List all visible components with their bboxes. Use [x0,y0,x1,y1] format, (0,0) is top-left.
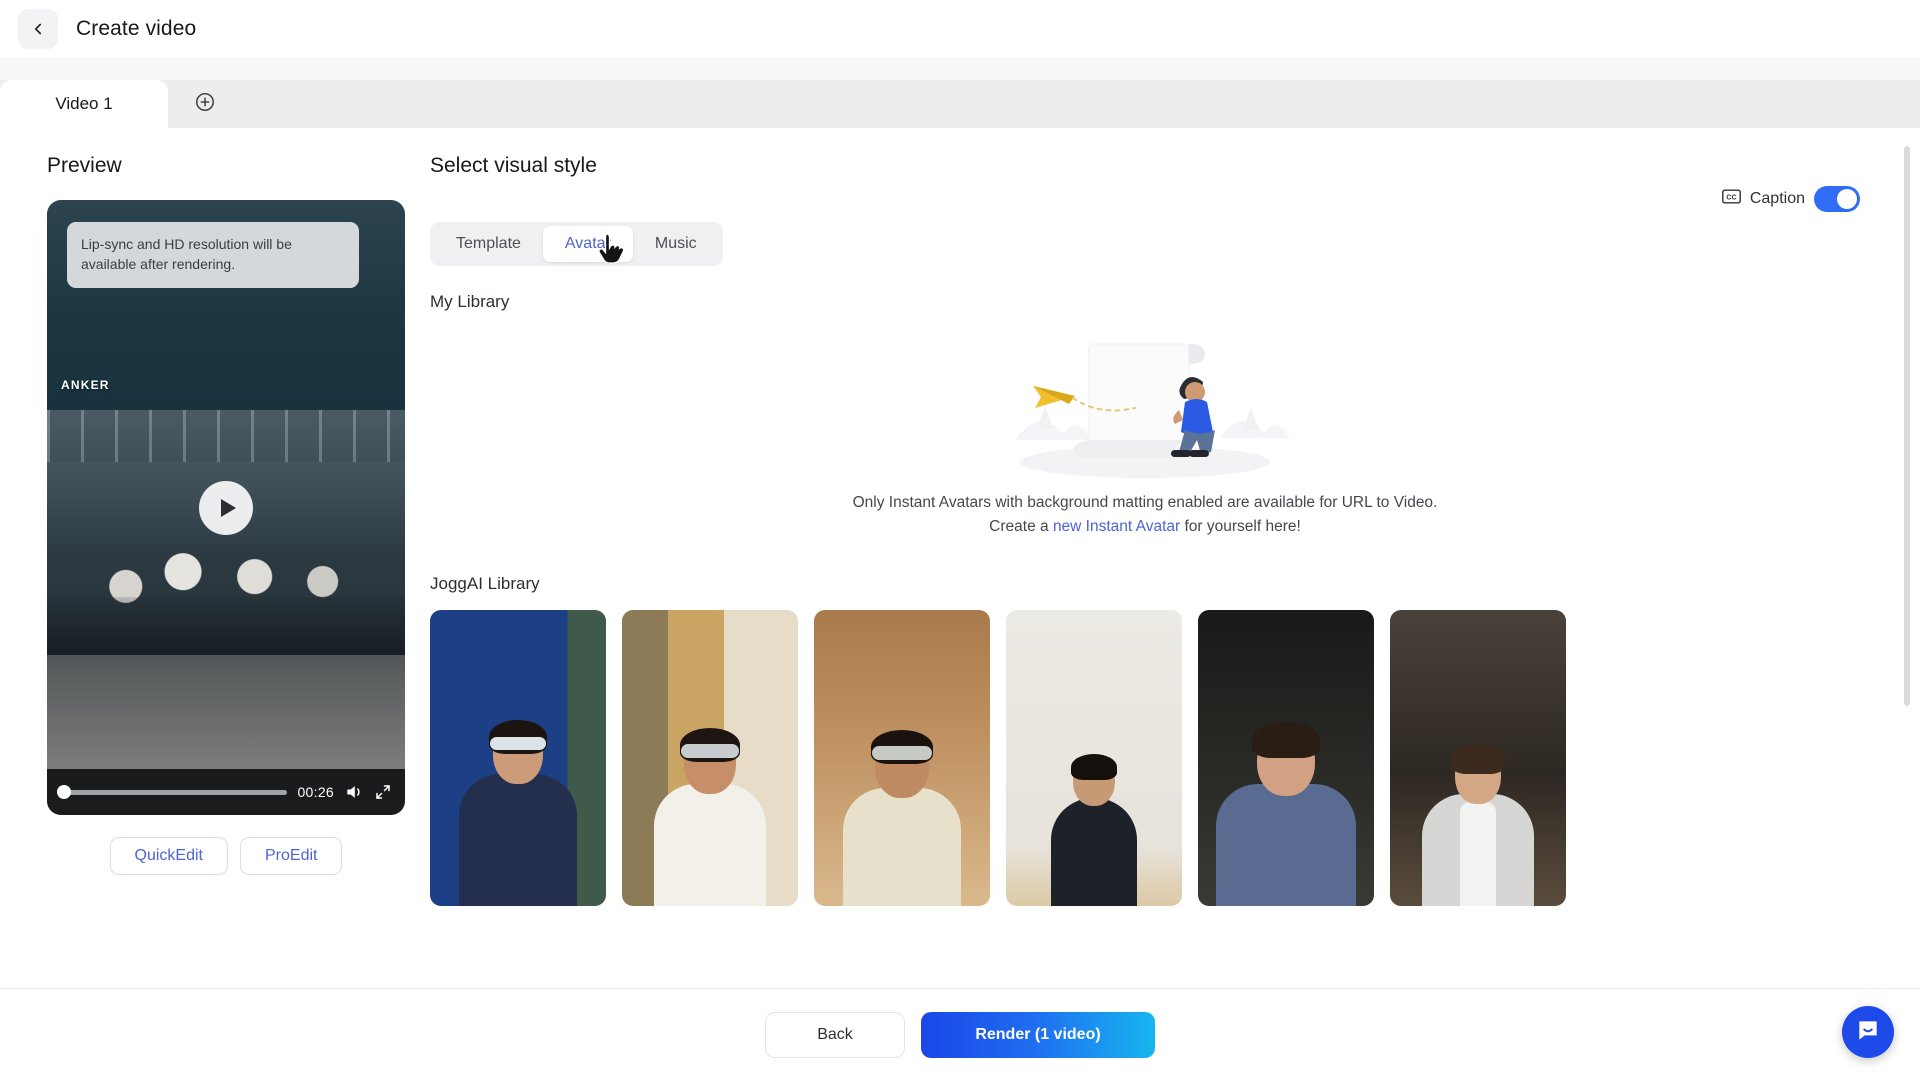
my-library-heading: My Library [430,292,510,311]
fullscreen-icon[interactable] [374,783,392,801]
video-duration: 00:26 [297,784,334,800]
video-watermark: ANKER [61,378,110,392]
empty-state-prefix: Create a [989,517,1053,535]
caption-control: CC Caption [1721,186,1860,212]
seek-handle[interactable] [57,785,71,799]
avatar-card-3[interactable] [814,610,990,907]
avatar-card-5[interactable] [1198,610,1374,907]
avatar-card-grid [430,610,1860,907]
player-controls: 00:26 [47,769,405,815]
preview-panel: Preview ANKER Lip-sync and HD resolution… [0,128,430,988]
add-video-tab-button[interactable] [168,80,242,128]
avatar-card-4[interactable] [1006,610,1182,907]
caption-label: Caption [1749,190,1805,207]
edit-buttons-row: QuickEdit ProEdit [47,837,405,875]
play-button[interactable] [199,480,253,535]
avatar-card-2[interactable] [622,610,798,907]
app-header: Create video [0,0,1920,58]
avatar-thumbnail [1198,610,1374,907]
render-notice: Lip-sync and HD resolution will be avail… [67,222,359,288]
avatar-thumbnail [1390,610,1566,907]
page-title: Create video [76,17,197,40]
volume-icon[interactable] [344,782,364,802]
empty-state-line-1: Only Instant Avatars with background mat… [852,494,1438,511]
plus-circle-icon [194,91,216,118]
visual-style-header: Select visual style Template Avatar Musi… [430,154,1860,266]
video-player[interactable]: ANKER Lip-sync and HD resolution will be… [47,200,405,815]
chevron-left-icon [29,20,47,38]
caption-toggle[interactable] [1814,186,1860,212]
visual-style-heading: Select visual style [430,154,597,177]
content-scrollbar[interactable] [1904,146,1910,706]
back-step-button[interactable]: Back [765,1011,905,1058]
cc-icon: CC [1721,189,1741,209]
avatar-card-1[interactable] [430,610,606,907]
intercom-chat-icon [1855,1017,1881,1048]
intercom-chat-button[interactable] [1842,1006,1894,1058]
avatar-thumbnail [814,610,990,907]
empty-state-text: Only Instant Avatars with background mat… [853,491,1438,538]
tabstrip: Video 1 [0,80,1920,128]
seek-bar[interactable] [57,785,288,799]
style-segmented-control: Template Avatar Music [430,222,723,266]
pro-edit-button[interactable]: ProEdit [240,837,343,875]
preview-heading: Preview [47,154,122,177]
tab-label: Video 1 [55,94,113,113]
avatar-thumbnail [1006,610,1182,907]
avatar-card-6[interactable] [1390,610,1566,907]
quick-edit-button[interactable]: QuickEdit [109,837,228,875]
tab-music[interactable]: Music [633,226,719,262]
avatar-thumbnail [430,610,606,907]
my-library-empty-state: Only Instant Avatars with background mat… [430,330,1860,538]
tabstrip-container: Video 1 [0,58,1920,128]
render-button[interactable]: Render (1 video) [921,1011,1155,1058]
empty-state-suffix: for yourself here! [1180,517,1301,535]
visual-style-panel: Select visual style Template Avatar Musi… [430,128,1920,988]
empty-state-scroll-illustration [985,330,1305,485]
svg-text:CC: CC [1726,194,1736,202]
footer-bar: Back Render (1 video) [0,988,1920,1080]
avatar-thumbnail [622,610,798,907]
tab-avatar[interactable]: Avatar [542,226,633,262]
main-content: Preview ANKER Lip-sync and HD resolution… [0,128,1920,988]
new-instant-avatar-link[interactable]: new Instant Avatar [1053,518,1180,535]
tab-video-1[interactable]: Video 1 [0,80,168,128]
play-icon [220,498,236,517]
tab-template[interactable]: Template [434,226,543,262]
back-button[interactable] [18,9,58,49]
toggle-knob [1837,189,1857,209]
jogg-library-heading: JoggAI Library [430,574,540,594]
